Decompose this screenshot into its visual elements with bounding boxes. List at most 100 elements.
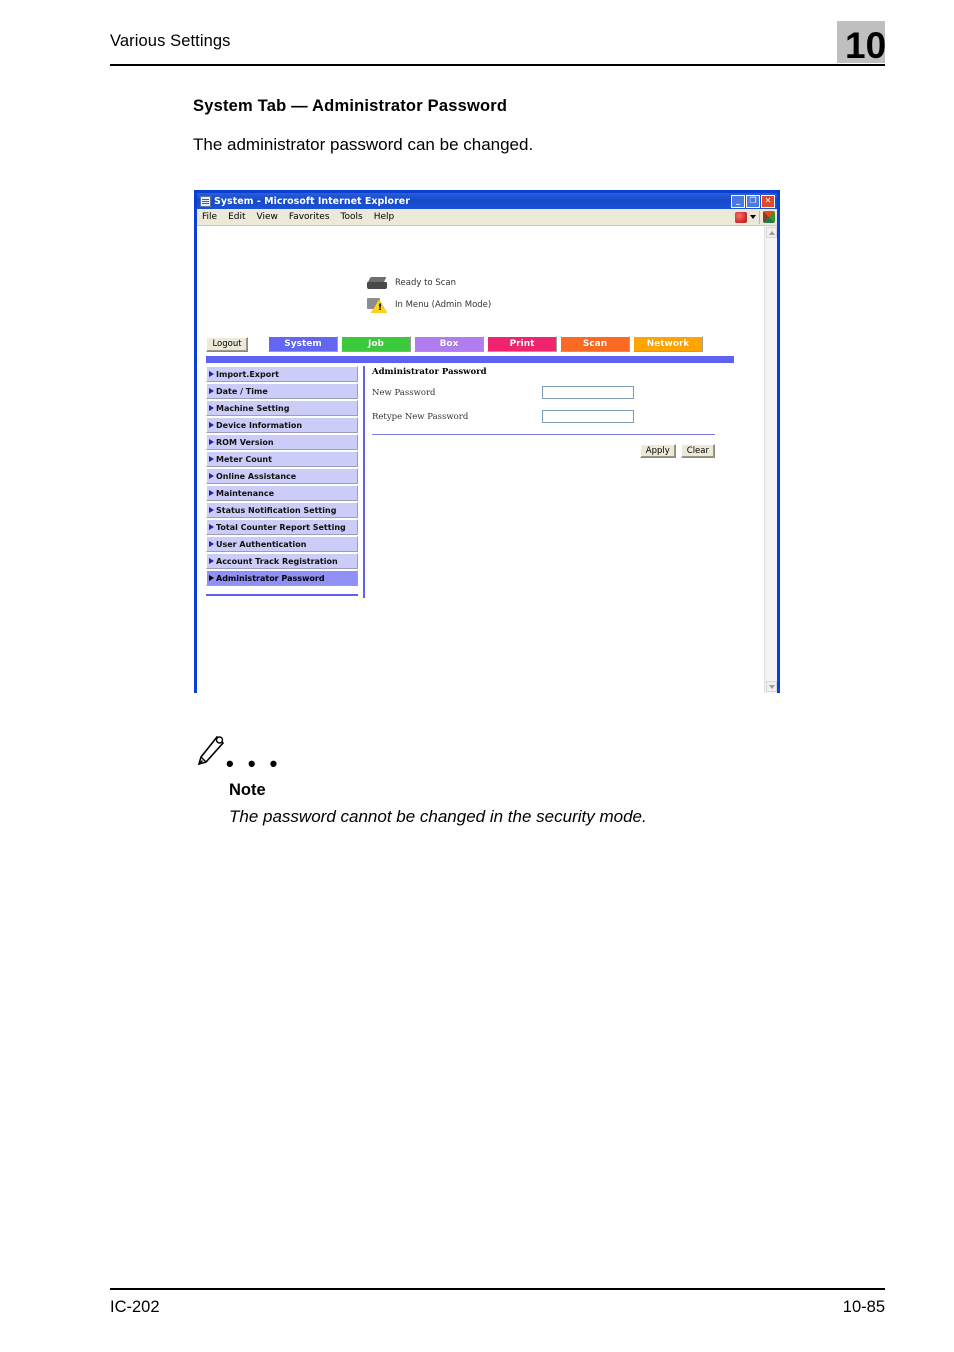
footer-rule <box>110 1288 885 1290</box>
tab-underbar <box>206 356 734 363</box>
note-block: • • • Note The password cannot be change… <box>196 735 796 826</box>
section-title: System Tab — Administrator Password <box>193 97 508 115</box>
scroll-up-arrow-icon[interactable] <box>766 227 777 238</box>
footer-model: IC-202 <box>110 1298 160 1316</box>
menu-item-help[interactable]: Help <box>374 212 395 222</box>
apply-button[interactable]: Apply <box>639 444 676 458</box>
menu-item-view[interactable]: View <box>257 212 278 222</box>
browser-menu-bar: File Edit View Favorites Tools Help <box>197 209 777 226</box>
form-separator <box>372 434 715 435</box>
form-row-new-password: New Password <box>372 384 722 401</box>
running-title: Various Settings <box>110 32 231 50</box>
chevron-right-icon <box>209 507 214 513</box>
sidebar-item-label: User Authentication <box>216 539 307 549</box>
chevron-right-icon <box>209 439 214 445</box>
retype-new-password-input[interactable] <box>542 410 634 423</box>
minimize-button[interactable]: _ <box>731 194 745 208</box>
chevron-right-icon <box>209 473 214 479</box>
chevron-down-icon[interactable] <box>750 215 756 219</box>
sidebar-bottom-rule <box>206 594 358 596</box>
vertical-scrollbar[interactable] <box>764 226 777 693</box>
chevron-right-icon <box>209 575 214 581</box>
chapter-number: 10 <box>845 25 887 66</box>
tab-print[interactable]: Print <box>487 336 557 352</box>
chevron-right-icon <box>209 371 214 377</box>
browser-title-bar: System - Microsoft Internet Explorer _ ❐… <box>197 193 777 209</box>
note-label: Note <box>229 781 266 799</box>
sidebar-item-machine-setting[interactable]: Machine Setting <box>206 400 358 416</box>
footer-page-number: 10-85 <box>842 1298 885 1316</box>
sidebar-item-date-time[interactable]: Date / Time <box>206 383 358 399</box>
browser-window-screenshot: System - Microsoft Internet Explorer _ ❐… <box>194 190 780 693</box>
browser-window-title: System - Microsoft Internet Explorer <box>214 195 410 207</box>
tab-box[interactable]: Box <box>414 336 484 352</box>
status-text-ready: Ready to Scan <box>395 278 456 288</box>
chevron-right-icon <box>209 524 214 530</box>
windows-flag-icon[interactable] <box>763 211 775 223</box>
clear-button[interactable]: Clear <box>680 444 715 458</box>
chevron-right-icon <box>209 422 214 428</box>
administrator-password-form: Administrator Password New Password Rety… <box>372 367 722 458</box>
sidebar-item-account-track-registration[interactable]: Account Track Registration <box>206 553 358 569</box>
content-divider <box>363 366 365 598</box>
page-header: Various Settings 10 <box>110 21 886 72</box>
chevron-right-icon <box>209 541 214 547</box>
menu-item-tools[interactable]: Tools <box>341 212 363 222</box>
sidebar-item-label: Machine Setting <box>216 403 290 413</box>
tab-network[interactable]: Network <box>633 336 703 352</box>
sidebar-item-import-export[interactable]: Import.Export <box>206 366 358 382</box>
sidebar-item-total-counter-report-setting[interactable]: Total Counter Report Setting <box>206 519 358 535</box>
chevron-right-icon <box>209 388 214 394</box>
retype-new-password-label: Retype New Password <box>372 411 469 422</box>
menu-item-favorites[interactable]: Favorites <box>289 212 330 222</box>
menu-item-edit[interactable]: Edit <box>228 212 245 222</box>
tab-scan[interactable]: Scan <box>560 336 630 352</box>
note-icon-row: • • • <box>196 735 796 779</box>
scroll-down-arrow-icon[interactable] <box>766 681 777 692</box>
sidebar-item-label: Account Track Registration <box>216 556 338 566</box>
warning-icon: ! <box>367 297 387 314</box>
note-text: The password cannot be changed in the se… <box>229 807 647 826</box>
close-button[interactable]: ✕ <box>761 194 775 208</box>
sidebar-item-meter-count[interactable]: Meter Count <box>206 451 358 467</box>
sidebar-item-label: Online Assistance <box>216 471 297 481</box>
sidebar-item-administrator-password[interactable]: Administrator Password <box>206 570 358 586</box>
sidebar-item-label: Total Counter Report Setting <box>216 522 346 532</box>
toolbar-separator <box>759 210 760 224</box>
printer-icon <box>367 277 387 290</box>
tab-system[interactable]: System <box>268 336 338 352</box>
chevron-right-icon <box>209 456 214 462</box>
maximize-button[interactable]: ❐ <box>746 194 760 208</box>
new-password-input[interactable] <box>542 386 634 399</box>
window-controls: _ ❐ ✕ <box>731 194 776 208</box>
sidebar-item-label: Administrator Password <box>216 573 325 583</box>
status-row-ready: Ready to Scan <box>367 274 491 292</box>
form-title: Administrator Password <box>372 367 487 377</box>
sidebar-item-device-information[interactable]: Device Information <box>206 417 358 433</box>
main-tabs: System Job Box Print Scan Network <box>268 336 703 352</box>
web-page-canvas: Ready to Scan ! In Menu (Admin Mode) Log… <box>197 226 777 693</box>
status-text-menu-mode: In Menu (Admin Mode) <box>395 300 492 310</box>
header-rule <box>110 64 885 66</box>
sidebar-item-status-notification-setting[interactable]: Status Notification Setting <box>206 502 358 518</box>
menu-item-file[interactable]: File <box>202 212 217 222</box>
sidebar-item-rom-version[interactable]: ROM Version <box>206 434 358 450</box>
sidebar-item-online-assistance[interactable]: Online Assistance <box>206 468 358 484</box>
sidebar-item-label: Meter Count <box>216 454 272 464</box>
tab-navigation: Logout System Job Box Print Scan Network <box>206 336 734 352</box>
sidebar-item-label: Date / Time <box>216 386 268 396</box>
sidebar-item-label: Status Notification Setting <box>216 505 337 515</box>
logout-button[interactable]: Logout <box>206 336 248 352</box>
sidebar-item-user-authentication[interactable]: User Authentication <box>206 536 358 552</box>
tab-job[interactable]: Job <box>341 336 411 352</box>
sidebar-item-maintenance[interactable]: Maintenance <box>206 485 358 501</box>
form-actions: Apply Clear <box>372 444 715 458</box>
messenger-icon[interactable] <box>735 211 747 223</box>
chevron-right-icon <box>209 558 214 564</box>
sidebar-item-label: Import.Export <box>216 369 279 379</box>
note-dots: • • • <box>226 751 282 776</box>
pencil-icon <box>197 735 225 766</box>
status-row-menu-mode: ! In Menu (Admin Mode) <box>367 296 491 314</box>
sidebar-item-label: Device Information <box>216 420 303 430</box>
sidebar-item-label: Maintenance <box>216 488 275 498</box>
